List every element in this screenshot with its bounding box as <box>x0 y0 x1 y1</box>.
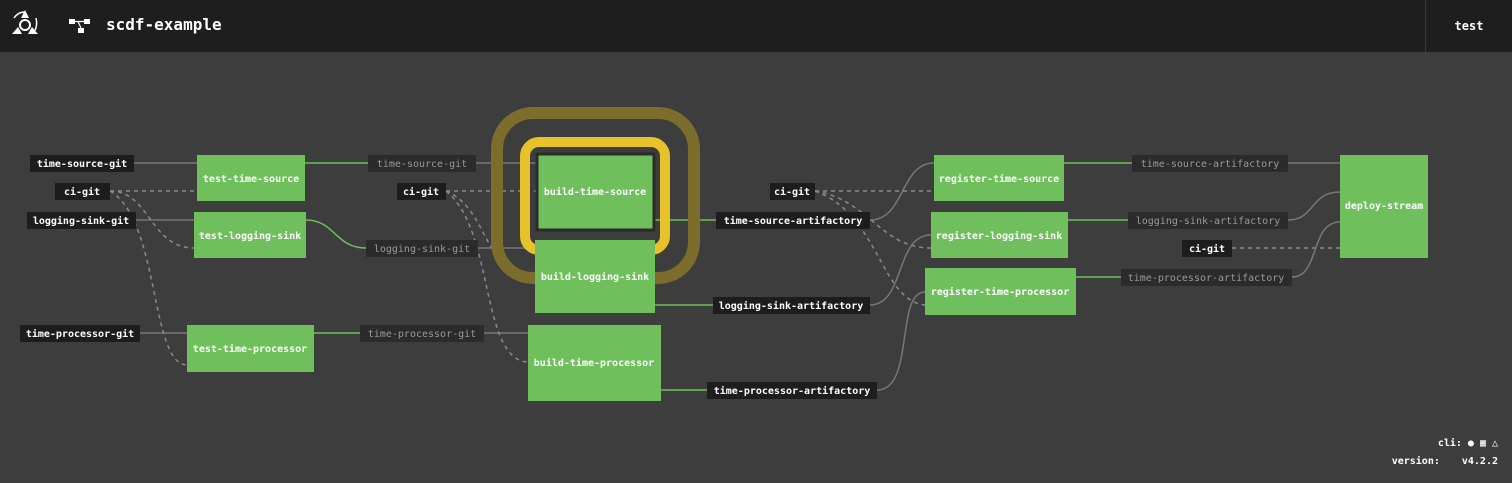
concourse-logo-icon[interactable] <box>8 8 42 42</box>
version-value: v4.2.2 <box>1461 456 1498 467</box>
pipeline-graph-canvas: test-time-source test-logging-sink test-… <box>0 52 1512 483</box>
job-label: build-logging-sink <box>541 271 649 283</box>
resource-label: logging-sink-artifactory <box>719 300 864 312</box>
resource-label: time-processor-artifactory <box>714 385 871 397</box>
job-build-logging-sink[interactable]: build-logging-sink <box>535 240 655 313</box>
resource-time-source-git-passed[interactable]: time-source-git <box>368 155 476 172</box>
resource-time-source-git[interactable]: time-source-git <box>30 155 134 172</box>
resource-label: time-processor-git <box>26 328 134 340</box>
edge-ci-git-to-register-time-processor <box>814 190 926 306</box>
resource-time-processor-git[interactable]: time-processor-git <box>20 325 140 342</box>
job-test-time-source[interactable]: test-time-source <box>197 155 305 201</box>
resource-label: logging-sink-git <box>374 244 470 255</box>
job-label: test-logging-sink <box>199 230 301 242</box>
cli-info: cli: ● ▦ △ version: v4.2.2 <box>1392 435 1498 471</box>
resource-time-processor-artifactory[interactable]: time-processor-artifactory <box>707 382 877 399</box>
job-label: test-time-processor <box>193 343 307 355</box>
resource-time-source-artifactory-passed[interactable]: time-source-artifactory <box>1132 155 1288 172</box>
resource-label: ci-git <box>1189 243 1225 255</box>
resource-label: ci-git <box>64 186 100 198</box>
pipeline-icon <box>69 19 90 33</box>
resource-ci-git[interactable]: ci-git <box>55 183 110 200</box>
resource-ci-git-2[interactable]: ci-git <box>397 183 446 200</box>
resource-label: logging-sink-git <box>33 215 129 227</box>
edge-time-processor-artifactory-to-deploy <box>1291 221 1341 278</box>
job-label: register-time-processor <box>931 286 1069 298</box>
resource-ci-git-4[interactable]: ci-git <box>1182 240 1232 257</box>
resource-label: ci-git <box>403 186 439 198</box>
edge-artifactory-to-register-time-processor <box>876 291 926 391</box>
resource-logging-sink-artifactory-passed[interactable]: logging-sink-artifactory <box>1128 212 1288 229</box>
edge-artifactory-to-register-logging-sink <box>869 234 932 306</box>
resource-label: time-source-git <box>37 158 127 170</box>
job-test-time-processor[interactable]: test-time-processor <box>187 325 314 372</box>
resource-label: time-source-git <box>377 159 467 170</box>
job-label: deploy-stream <box>1345 201 1423 212</box>
resource-logging-sink-artifactory[interactable]: logging-sink-artifactory <box>713 297 870 314</box>
edge-logging-sink-artifactory-to-deploy <box>1287 191 1341 221</box>
version-row: version: v4.2.2 <box>1392 453 1498 471</box>
resource-time-processor-git-passed[interactable]: time-processor-git <box>360 325 484 342</box>
cli-label: cli: <box>1437 438 1462 449</box>
job-register-time-processor[interactable]: register-time-processor <box>925 268 1076 315</box>
resource-time-source-artifactory[interactable]: time-source-artifactory <box>716 212 870 229</box>
resource-label: logging-sink-artifactory <box>1136 216 1281 227</box>
resource-label: time-source-artifactory <box>1141 159 1279 170</box>
linux-icon[interactable]: △ <box>1492 435 1498 453</box>
pipeline-graph: test-time-source test-logging-sink test-… <box>20 107 1428 401</box>
resource-logging-sink-git-passed[interactable]: logging-sink-git <box>366 240 478 257</box>
job-label: register-time-source <box>939 173 1059 185</box>
resource-time-processor-artifactory-passed[interactable]: time-processor-artifactory <box>1121 269 1292 286</box>
job-register-logging-sink[interactable]: register-logging-sink <box>931 212 1068 258</box>
top-bar: scdf-example test <box>0 0 1512 52</box>
edge-test-logging-sink-to-git <box>305 219 367 249</box>
job-build-time-source[interactable]: build-time-source <box>535 152 656 232</box>
team-name[interactable]: test <box>1425 0 1512 52</box>
resource-label: ci-git <box>774 186 810 198</box>
windows-icon[interactable]: ▦ <box>1480 435 1486 453</box>
version-label: version: <box>1391 456 1440 467</box>
cli-download-row: cli: ● ▦ △ <box>1392 435 1498 453</box>
job-deploy-stream[interactable]: deploy-stream <box>1340 155 1428 258</box>
job-label: build-time-processor <box>534 357 654 369</box>
job-label: build-time-source <box>544 186 646 198</box>
job-test-logging-sink[interactable]: test-logging-sink <box>194 212 306 258</box>
pipeline-name[interactable]: scdf-example <box>106 14 222 36</box>
resource-label: time-processor-git <box>368 329 476 340</box>
job-label: test-time-source <box>203 173 299 185</box>
resource-label: time-source-artifactory <box>724 215 862 227</box>
job-register-time-source[interactable]: register-time-source <box>934 155 1064 201</box>
apple-icon[interactable]: ● <box>1468 435 1474 453</box>
resource-logging-sink-git[interactable]: logging-sink-git <box>27 212 136 229</box>
job-build-time-processor[interactable]: build-time-processor <box>528 325 661 401</box>
job-label: register-logging-sink <box>936 230 1062 242</box>
resource-label: time-processor-artifactory <box>1128 273 1285 284</box>
resource-ci-git-3[interactable]: ci-git <box>770 183 815 200</box>
